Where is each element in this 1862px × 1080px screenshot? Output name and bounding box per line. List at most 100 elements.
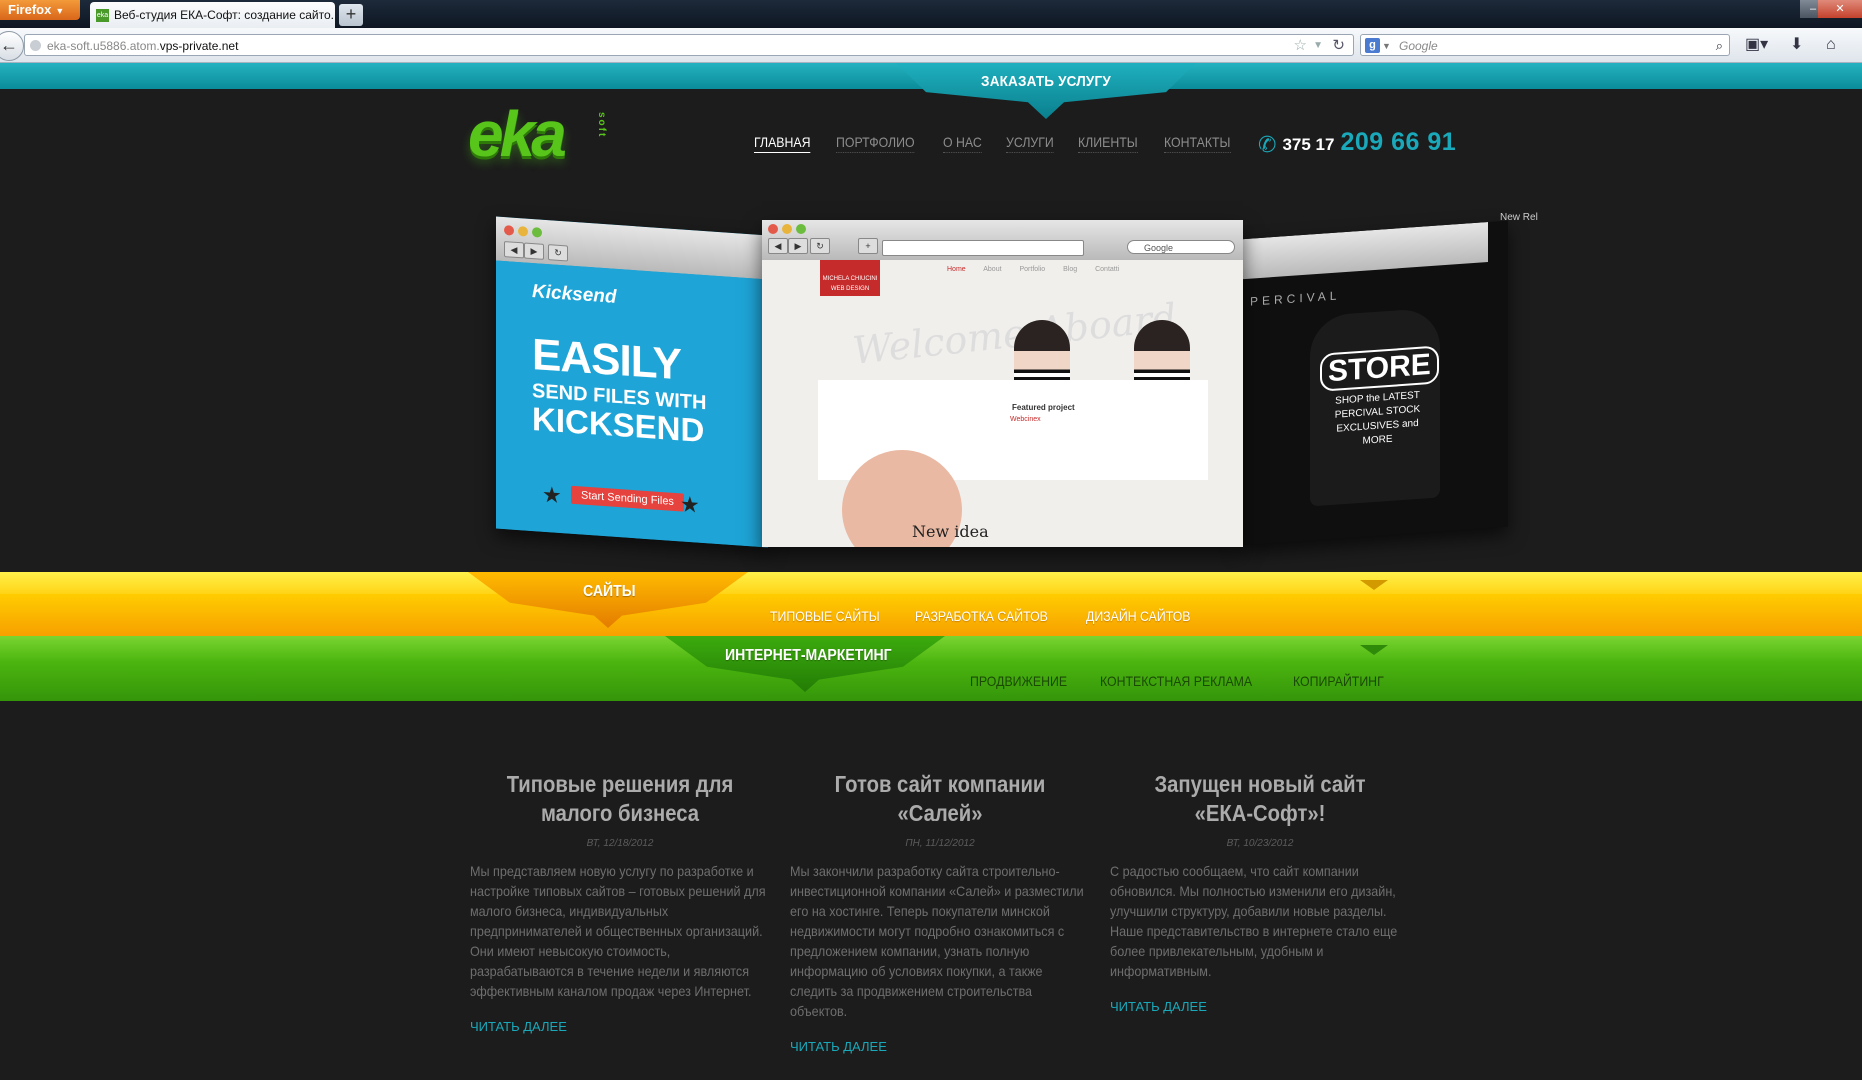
chevron-down-icon: ▼ [55,6,65,16]
order-service-tab[interactable] [896,63,1196,119]
featured-subtitle: Webcinex [1010,416,1041,423]
link-typical-sites[interactable]: ТИПОВЫЕ САЙТЫ [770,608,880,624]
home-icon[interactable]: ⌂ [1826,34,1836,56]
firefox-menu-button[interactable]: Firefox ▼ [0,0,80,20]
close-dot-icon [768,224,778,234]
read-more-link[interactable]: ЧИТАТЬ ДАЛЕЕ [470,1019,567,1034]
nav-item-portfolio[interactable]: ПОРТФОЛИО [836,134,915,153]
nav-item-clients[interactable]: КЛИЕНТЫ [1077,134,1138,153]
portfolio-slide-kicksend[interactable]: ◀ ▶ ↻ Kicksend EASILY SEND FILES WITH KI… [496,216,768,548]
bookmark-star-icon[interactable]: ☆ [1294,35,1307,57]
michela-nav-home: Home [947,266,966,273]
news-item: Типовые решения для малого бизнеса ВТ, 1… [470,770,770,1036]
news-item: Запущен новый сайт «ЕКА-Софт»! ВТ, 10/23… [1110,770,1410,1016]
browser-titlebar: Firefox ▼ eka Веб-студия ЕКА-Софт: создан… [0,0,1862,28]
news-text: С радостью сообщаем, что сайт компании о… [1110,863,1398,979]
news-title[interactable]: Типовые решения для малого бизнеса [488,770,752,828]
star-icon: ★ [542,481,562,509]
kicksend-heading-1: EASILY [532,330,681,390]
new-release-label: New Rel [1500,212,1538,223]
nav-item-contacts[interactable]: КОНТАКТЫ [1163,134,1231,153]
order-service-button[interactable]: ЗАКАЗАТЬ УСЛУГУ [911,73,1181,90]
michela-nav-portfolio: Portfolio [1019,266,1046,273]
phone-code: 375 17 [1282,135,1335,154]
url-bar[interactable]: eka-soft.u5886.atom.vps-private.net ☆ ▼ … [24,34,1354,56]
nav-item-about[interactable]: О НАС [943,134,983,153]
main-nav: ГЛАВНАЯ ПОРТФОЛИО О НАС УСЛУГИ КЛИЕНТЫ К… [754,134,1257,153]
news-title[interactable]: Запущен новый сайт «ЕКА-Софт»! [1128,770,1392,828]
link-copywriting[interactable]: КОПИРАЙТИНГ [1293,673,1384,689]
marketing-expand-chevron-icon[interactable] [1360,645,1388,655]
news-item: Готов сайт компании «Салей» ПН, 11/12/20… [790,770,1090,1056]
sites-expand-chevron-icon[interactable] [1360,580,1388,590]
reload-icon[interactable]: ↻ [1332,35,1345,57]
back-button[interactable]: ← [0,31,24,61]
slide-browser-chrome: ◀ ▶ ↻ + Google [762,220,1243,260]
close-window-button[interactable]: ✕ [1818,0,1862,18]
michela-nav-contatti: Contatti [1095,266,1120,273]
phone-block: ✆ 375 17 209 66 91 [1258,128,1456,157]
percival-brand: PERCIVAL [1250,288,1341,309]
sites-band-highlight [0,572,1862,594]
link-context-ads[interactable]: КОНТЕКСТНАЯ РЕКЛАМА [1100,673,1252,689]
search-placeholder: Google [1399,39,1438,53]
close-dot-icon [504,225,514,236]
news-title[interactable]: Готов сайт компании «Салей» [808,770,1072,828]
portfolio-slide-michela[interactable]: ◀ ▶ ↻ + Google MICHELA CHIUCINI WEB DESI… [762,220,1243,547]
kicksend-start-button: Start Sending Files [571,485,684,512]
phone-number: 209 66 91 [1340,128,1457,156]
slide-back-icon: ◀ [768,238,788,254]
michela-nav-blog: Blog [1063,266,1078,273]
michela-nav: Home About Portfolio Blog Contatti [947,266,1135,273]
michela-logo: MICHELA CHIUCINI WEB DESIGN [820,260,880,296]
news-date: ВТ, 10/23/2012 [1226,838,1294,849]
search-bar[interactable]: g ▼ Google ⌕ [1360,34,1730,56]
slide-back-icon: ◀ [504,241,524,259]
sites-links: ТИПОВЫЕ САЙТЫ РАЗРАБОТКА САЙТОВ ДИЗАЙН С… [770,608,1224,624]
minimize-dot-icon [782,224,792,234]
news-text: Мы представляем новую услугу по разработ… [470,863,766,999]
browser-tab[interactable]: eka Веб-студия ЕКА-Софт: создание сайто.… [90,2,335,28]
search-icon[interactable]: ⌕ [1716,35,1723,57]
read-more-link[interactable]: ЧИТАТЬ ДАЛЕЕ [1110,999,1207,1014]
slide-search-box: Google [1127,240,1235,254]
kicksend-logo: Kicksend [532,281,617,308]
url-dropdown-icon[interactable]: ▼ [1313,35,1323,57]
sites-title[interactable]: САЙТЫ [583,583,635,601]
link-site-development[interactable]: РАЗРАБОТКА САЙТОВ [915,608,1048,624]
marketing-links: ПРОДВИЖЕНИЕ КОНТЕКСТНАЯ РЕКЛАМА КОПИРАЙТ… [970,673,1416,689]
marketing-title[interactable]: ИНТЕРНЕТ-МАРКЕТИНГ [725,647,892,665]
bookmarks-menu-icon[interactable]: ▣▾ [1745,34,1768,56]
slide-forward-icon: ▶ [788,238,808,254]
featured-title: Featured project [1012,403,1075,412]
slide-address-bar [882,240,1084,256]
site-logo[interactable]: eka soft [468,102,618,172]
portfolio-slide-percival[interactable]: PERCIVAL STORE SHOP the LATEST PERCIVAL … [1240,220,1508,546]
google-engine-icon[interactable]: g [1365,38,1380,53]
new-tab-button[interactable]: + [339,4,363,26]
favicon-icon: eka [96,9,109,22]
star-icon: ★ [680,491,700,518]
zoom-dot-icon [532,227,542,238]
link-site-design[interactable]: ДИЗАЙН САЙТОВ [1086,608,1191,624]
store-tagline: SHOP the LATEST PERCIVAL STOCK EXCLUSIVE… [1334,389,1421,447]
slide-browser-chrome [1240,222,1488,280]
back-arrow-icon: ← [0,35,18,55]
zoom-dot-icon [796,224,806,234]
slide-forward-icon: ▶ [524,242,544,260]
site-identity-icon[interactable] [30,40,41,51]
read-more-link[interactable]: ЧИТАТЬ ДАЛЕЕ [790,1039,887,1054]
engine-dropdown-icon[interactable]: ▼ [1382,35,1391,57]
url-host: vps-private.net [159,39,239,53]
new-idea-text: New idea [912,522,989,541]
phone-icon: ✆ [1258,132,1277,157]
downloads-icon[interactable]: ⬇ [1790,34,1803,56]
url-prefix: eka-soft.u5886.atom. [47,39,160,53]
nav-item-home[interactable]: ГЛАВНАЯ [754,134,811,153]
minimize-dot-icon [518,226,528,237]
link-promotion[interactable]: ПРОДВИЖЕНИЕ [970,673,1067,689]
kicksend-content: Kicksend EASILY SEND FILES WITH KICKSEND… [496,260,768,548]
slide-reload-icon: ↻ [548,244,568,262]
slide-add-icon: + [858,238,878,254]
nav-item-services[interactable]: УСЛУГИ [1005,134,1054,153]
